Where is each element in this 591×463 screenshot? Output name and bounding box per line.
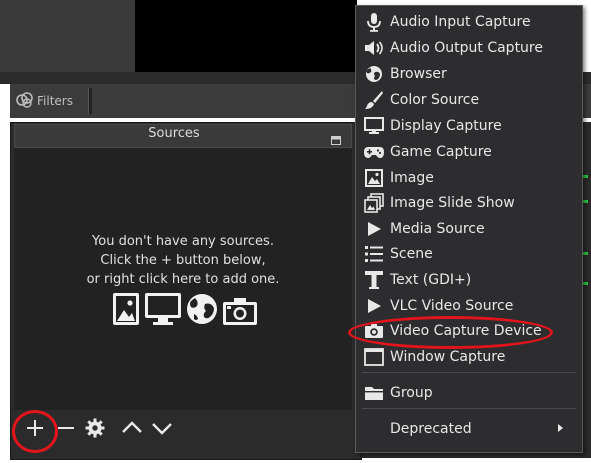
gamepad-icon: [361, 141, 387, 163]
globe-icon: [186, 292, 218, 330]
empty-sources-message: You don't have any sources. Click the + …: [14, 232, 352, 289]
menu-item-label: Image: [390, 170, 434, 186]
undock-icon[interactable]: [331, 130, 341, 145]
filters-icon: [16, 91, 34, 111]
window-icon: [361, 346, 387, 368]
menu-item-group[interactable]: Group: [356, 380, 580, 406]
menu-item-text-gdi[interactable]: Text (GDI+): [356, 267, 580, 293]
menu-item-audio-input-capture[interactable]: Audio Input Capture: [356, 9, 580, 35]
list-icon: [361, 243, 387, 265]
menu-item-label: Scene: [390, 246, 433, 262]
empty-line: or right click here to add one.: [86, 272, 280, 287]
filters-button[interactable]: Filters: [16, 89, 73, 113]
play-icon: [361, 218, 387, 240]
menu-item-color-source[interactable]: Color Source: [356, 87, 580, 113]
filters-label: Filters: [37, 94, 73, 108]
menu-item-label: VLC Video Source: [390, 298, 514, 314]
toolbar-divider: [88, 88, 92, 114]
menu-item-deprecated[interactable]: Deprecated: [356, 416, 580, 442]
menu-item-vlc-video-source[interactable]: VLC Video Source: [356, 293, 580, 319]
microphone-icon: [361, 11, 387, 33]
move-source-up-button[interactable]: [120, 418, 144, 442]
gear-icon: [85, 418, 105, 442]
menu-item-label: Color Source: [390, 92, 480, 108]
monitor-icon: [361, 115, 387, 137]
submenu-arrow-icon: [558, 424, 563, 432]
speaker-icon: [361, 37, 387, 59]
menu-item-label: Browser: [390, 66, 447, 82]
move-source-down-button[interactable]: [150, 418, 174, 442]
menu-item-game-capture[interactable]: Game Capture: [356, 139, 580, 165]
sources-title: Sources: [148, 126, 200, 141]
text-icon: [361, 269, 387, 291]
menu-item-label: Group: [390, 385, 433, 401]
chevron-down-icon: [151, 418, 173, 442]
slideshow-icon: [361, 192, 387, 214]
empty-line: Click the + button below,: [100, 253, 266, 268]
paintbrush-icon: [361, 89, 387, 111]
empty-line: You don't have any sources.: [92, 234, 274, 249]
menu-item-label: Audio Input Capture: [390, 14, 531, 30]
menu-item-label: Display Capture: [390, 118, 502, 134]
menu-item-label: Deprecated: [390, 421, 472, 437]
preview-area: [135, 0, 357, 72]
top-left-panel: [0, 0, 135, 72]
menu-item-label: Image Slide Show: [390, 195, 515, 211]
menu-item-label: Audio Output Capture: [390, 40, 543, 56]
minus-icon: [56, 418, 76, 442]
image-icon: [112, 292, 140, 330]
menu-item-label: Media Source: [390, 221, 485, 237]
menu-item-display-capture[interactable]: Display Capture: [356, 113, 580, 139]
menu-item-image-slide-show[interactable]: Image Slide Show: [356, 190, 580, 216]
menu-separator: [362, 372, 576, 373]
menu-item-media-source[interactable]: Media Source: [356, 216, 580, 242]
empty-sources-icons: [112, 292, 258, 330]
monitor-icon: [144, 292, 182, 330]
menu-item-browser[interactable]: Browser: [356, 61, 580, 87]
globe-icon: [361, 63, 387, 85]
camera-icon: [222, 296, 258, 330]
menu-separator: [362, 408, 576, 409]
image-icon: [361, 167, 387, 189]
annotation-circle-video-capture: [348, 316, 553, 349]
menu-item-image[interactable]: Image: [356, 165, 580, 191]
menu-item-scene[interactable]: Scene: [356, 241, 580, 267]
source-properties-button[interactable]: [83, 418, 107, 442]
play-icon: [361, 295, 387, 317]
annotation-circle-add-button: [12, 410, 58, 453]
blank-icon: [361, 418, 387, 440]
chevron-up-icon: [121, 418, 143, 442]
menu-item-label: Game Capture: [390, 144, 492, 160]
folder-icon: [361, 382, 387, 404]
menu-item-label: Window Capture: [390, 349, 506, 365]
menu-item-label: Text (GDI+): [390, 272, 472, 288]
menu-item-audio-output-capture[interactable]: Audio Output Capture: [356, 35, 580, 61]
